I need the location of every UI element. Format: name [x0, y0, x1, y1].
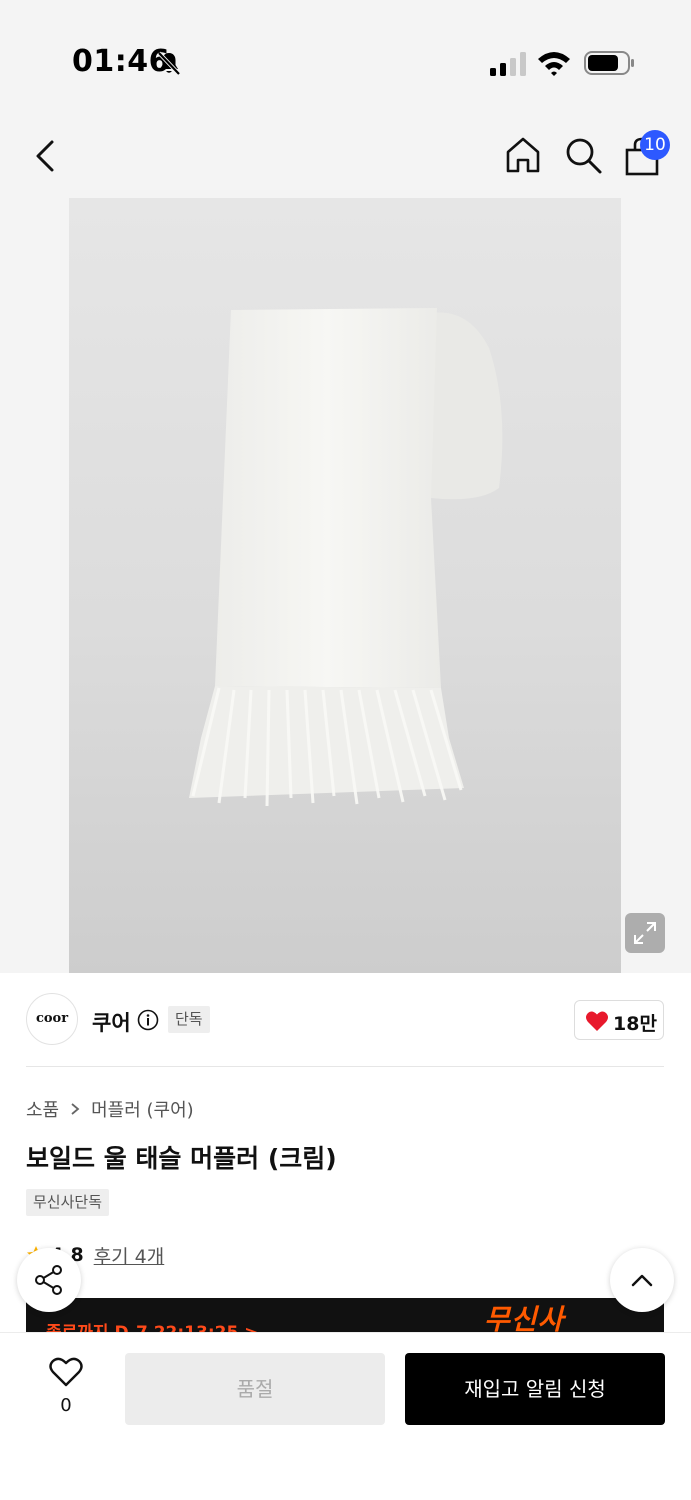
share-icon	[35, 1265, 62, 1295]
heart-outline-icon	[49, 1357, 83, 1387]
brand-row: coor 쿠어 단독 18만	[0, 973, 691, 1066]
restock-alert-button[interactable]: 재입고 알림 신청	[405, 1353, 665, 1425]
promo-logo: 무신사	[484, 1303, 565, 1332]
product-tag: 무신사단독	[26, 1189, 110, 1216]
brand-name[interactable]: 쿠어	[92, 1007, 131, 1037]
search-icon[interactable]	[562, 134, 604, 176]
brand-like-count: 18만	[613, 1013, 657, 1035]
product-photo[interactable]	[69, 198, 621, 973]
expand-icon[interactable]	[625, 913, 665, 953]
share-button[interactable]	[17, 1248, 81, 1312]
wishlist-button[interactable]: 0	[40, 1357, 92, 1423]
promo-banner[interactable]: 종료까지 D-7 22:13:25 > 무신사	[26, 1298, 664, 1332]
status-bar: 01:46	[0, 0, 691, 110]
wifi-icon	[538, 52, 570, 76]
review-link[interactable]: 후기 4개	[94, 1242, 165, 1269]
soldout-button: 품절	[125, 1353, 385, 1425]
breadcrumb: 소품 머플러 (쿠어)	[26, 1096, 194, 1122]
scarf-image	[189, 308, 503, 807]
home-icon[interactable]	[502, 134, 544, 176]
chevron-up-icon	[631, 1274, 653, 1287]
divider	[26, 1066, 664, 1067]
top-navigation	[0, 110, 691, 198]
chevron-right-icon	[71, 1103, 80, 1115]
product-image-area	[0, 198, 691, 973]
exclusive-badge: 단독	[168, 1006, 210, 1033]
breadcrumb-category[interactable]: 소품	[26, 1096, 59, 1122]
bottom-action-bar: 0 품절 재입고 알림 신청	[0, 1332, 691, 1500]
brand-like-button[interactable]: 18만	[574, 1000, 664, 1040]
product-title: 보일드 울 태슬 머플러 (크림)	[26, 1144, 337, 1173]
bell-muted-icon	[157, 51, 181, 76]
breadcrumb-subcategory[interactable]: 머플러 (쿠어)	[91, 1096, 194, 1122]
brand-logo[interactable]: coor	[26, 993, 78, 1045]
info-icon[interactable]	[137, 1009, 159, 1031]
promo-countdown: 종료까지 D-7 22:13:25 >	[46, 1318, 258, 1332]
heart-icon	[586, 1011, 608, 1031]
battery-icon	[584, 51, 634, 75]
cellular-signal-icon	[490, 52, 526, 76]
scroll-top-button[interactable]	[610, 1248, 674, 1312]
back-icon[interactable]	[28, 136, 64, 176]
cart-count-badge: 10	[640, 130, 670, 160]
wishlist-count: 0	[60, 1395, 72, 1416]
